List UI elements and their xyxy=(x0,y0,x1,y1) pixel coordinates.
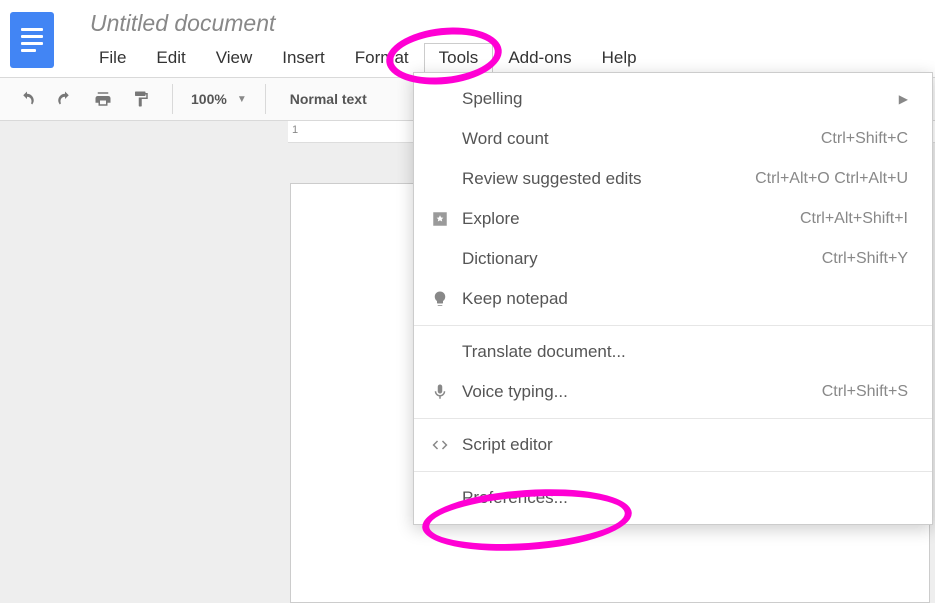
menu-tools[interactable]: Tools xyxy=(424,43,494,73)
microphone-icon xyxy=(428,380,452,404)
paragraph-style-select[interactable]: Normal text xyxy=(274,91,383,107)
menu-addons[interactable]: Add-ons xyxy=(493,43,586,73)
menu-item-preferences[interactable]: Preferences... xyxy=(414,478,932,518)
blank-icon xyxy=(428,486,452,510)
menu-item-explore[interactable]: Explore Ctrl+Alt+Shift+I xyxy=(414,199,932,239)
explore-icon xyxy=(428,207,452,231)
menu-item-spelling[interactable]: Spelling ▶ xyxy=(414,79,932,119)
docs-logo-icon[interactable] xyxy=(10,12,54,68)
menu-item-shortcut: Ctrl+Alt+Shift+I xyxy=(800,210,908,228)
blank-icon xyxy=(428,87,452,111)
undo-button[interactable] xyxy=(12,84,42,114)
menu-item-shortcut: Ctrl+Shift+S xyxy=(822,383,908,401)
menu-separator xyxy=(414,418,932,419)
menu-item-shortcut: Ctrl+Alt+O Ctrl+Alt+U xyxy=(755,170,908,188)
menu-item-label: Dictionary xyxy=(462,249,822,269)
menu-item-voice-typing[interactable]: Voice typing... Ctrl+Shift+S xyxy=(414,372,932,412)
menubar: File Edit View Insert Format Tools Add-o… xyxy=(84,43,652,73)
redo-button[interactable] xyxy=(50,84,80,114)
print-button[interactable] xyxy=(88,84,118,114)
menu-item-shortcut: Ctrl+Shift+Y xyxy=(822,250,908,268)
menu-item-label: Script editor xyxy=(462,435,908,455)
document-title[interactable]: Untitled document xyxy=(84,10,652,37)
menu-item-script-editor[interactable]: Script editor xyxy=(414,425,932,465)
blank-icon xyxy=(428,167,452,191)
paint-format-button[interactable] xyxy=(126,84,156,114)
menu-item-label: Word count xyxy=(462,129,821,149)
ruler-tick-label: 1 xyxy=(292,124,298,136)
zoom-select[interactable]: 100% ▼ xyxy=(181,91,257,107)
zoom-value: 100% xyxy=(191,91,227,107)
blank-icon xyxy=(428,127,452,151)
menu-item-label: Voice typing... xyxy=(462,382,822,402)
menu-item-label: Spelling xyxy=(462,89,899,109)
menu-format[interactable]: Format xyxy=(340,43,424,73)
menu-item-shortcut: Ctrl+Shift+C xyxy=(821,130,908,148)
lightbulb-icon xyxy=(428,287,452,311)
blank-icon xyxy=(428,247,452,271)
menu-edit[interactable]: Edit xyxy=(141,43,200,73)
code-icon xyxy=(428,433,452,457)
menu-file[interactable]: File xyxy=(84,43,141,73)
menu-separator xyxy=(414,325,932,326)
menu-help[interactable]: Help xyxy=(587,43,652,73)
menu-item-translate[interactable]: Translate document... xyxy=(414,332,932,372)
menu-item-label: Review suggested edits xyxy=(462,169,755,189)
menu-item-review-edits[interactable]: Review suggested edits Ctrl+Alt+O Ctrl+A… xyxy=(414,159,932,199)
chevron-down-icon: ▼ xyxy=(237,94,247,105)
chevron-right-icon: ▶ xyxy=(899,92,908,106)
menu-item-dictionary[interactable]: Dictionary Ctrl+Shift+Y xyxy=(414,239,932,279)
menu-item-label: Preferences... xyxy=(462,488,908,508)
menu-item-keep-notepad[interactable]: Keep notepad xyxy=(414,279,932,319)
menu-view[interactable]: View xyxy=(201,43,268,73)
menu-separator xyxy=(414,471,932,472)
menu-item-label: Translate document... xyxy=(462,342,908,362)
menu-item-label: Explore xyxy=(462,209,800,229)
menu-item-label: Keep notepad xyxy=(462,289,908,309)
menu-insert[interactable]: Insert xyxy=(267,43,340,73)
tools-dropdown: Spelling ▶ Word count Ctrl+Shift+C Revie… xyxy=(413,72,933,525)
menu-item-word-count[interactable]: Word count Ctrl+Shift+C xyxy=(414,119,932,159)
blank-icon xyxy=(428,340,452,364)
